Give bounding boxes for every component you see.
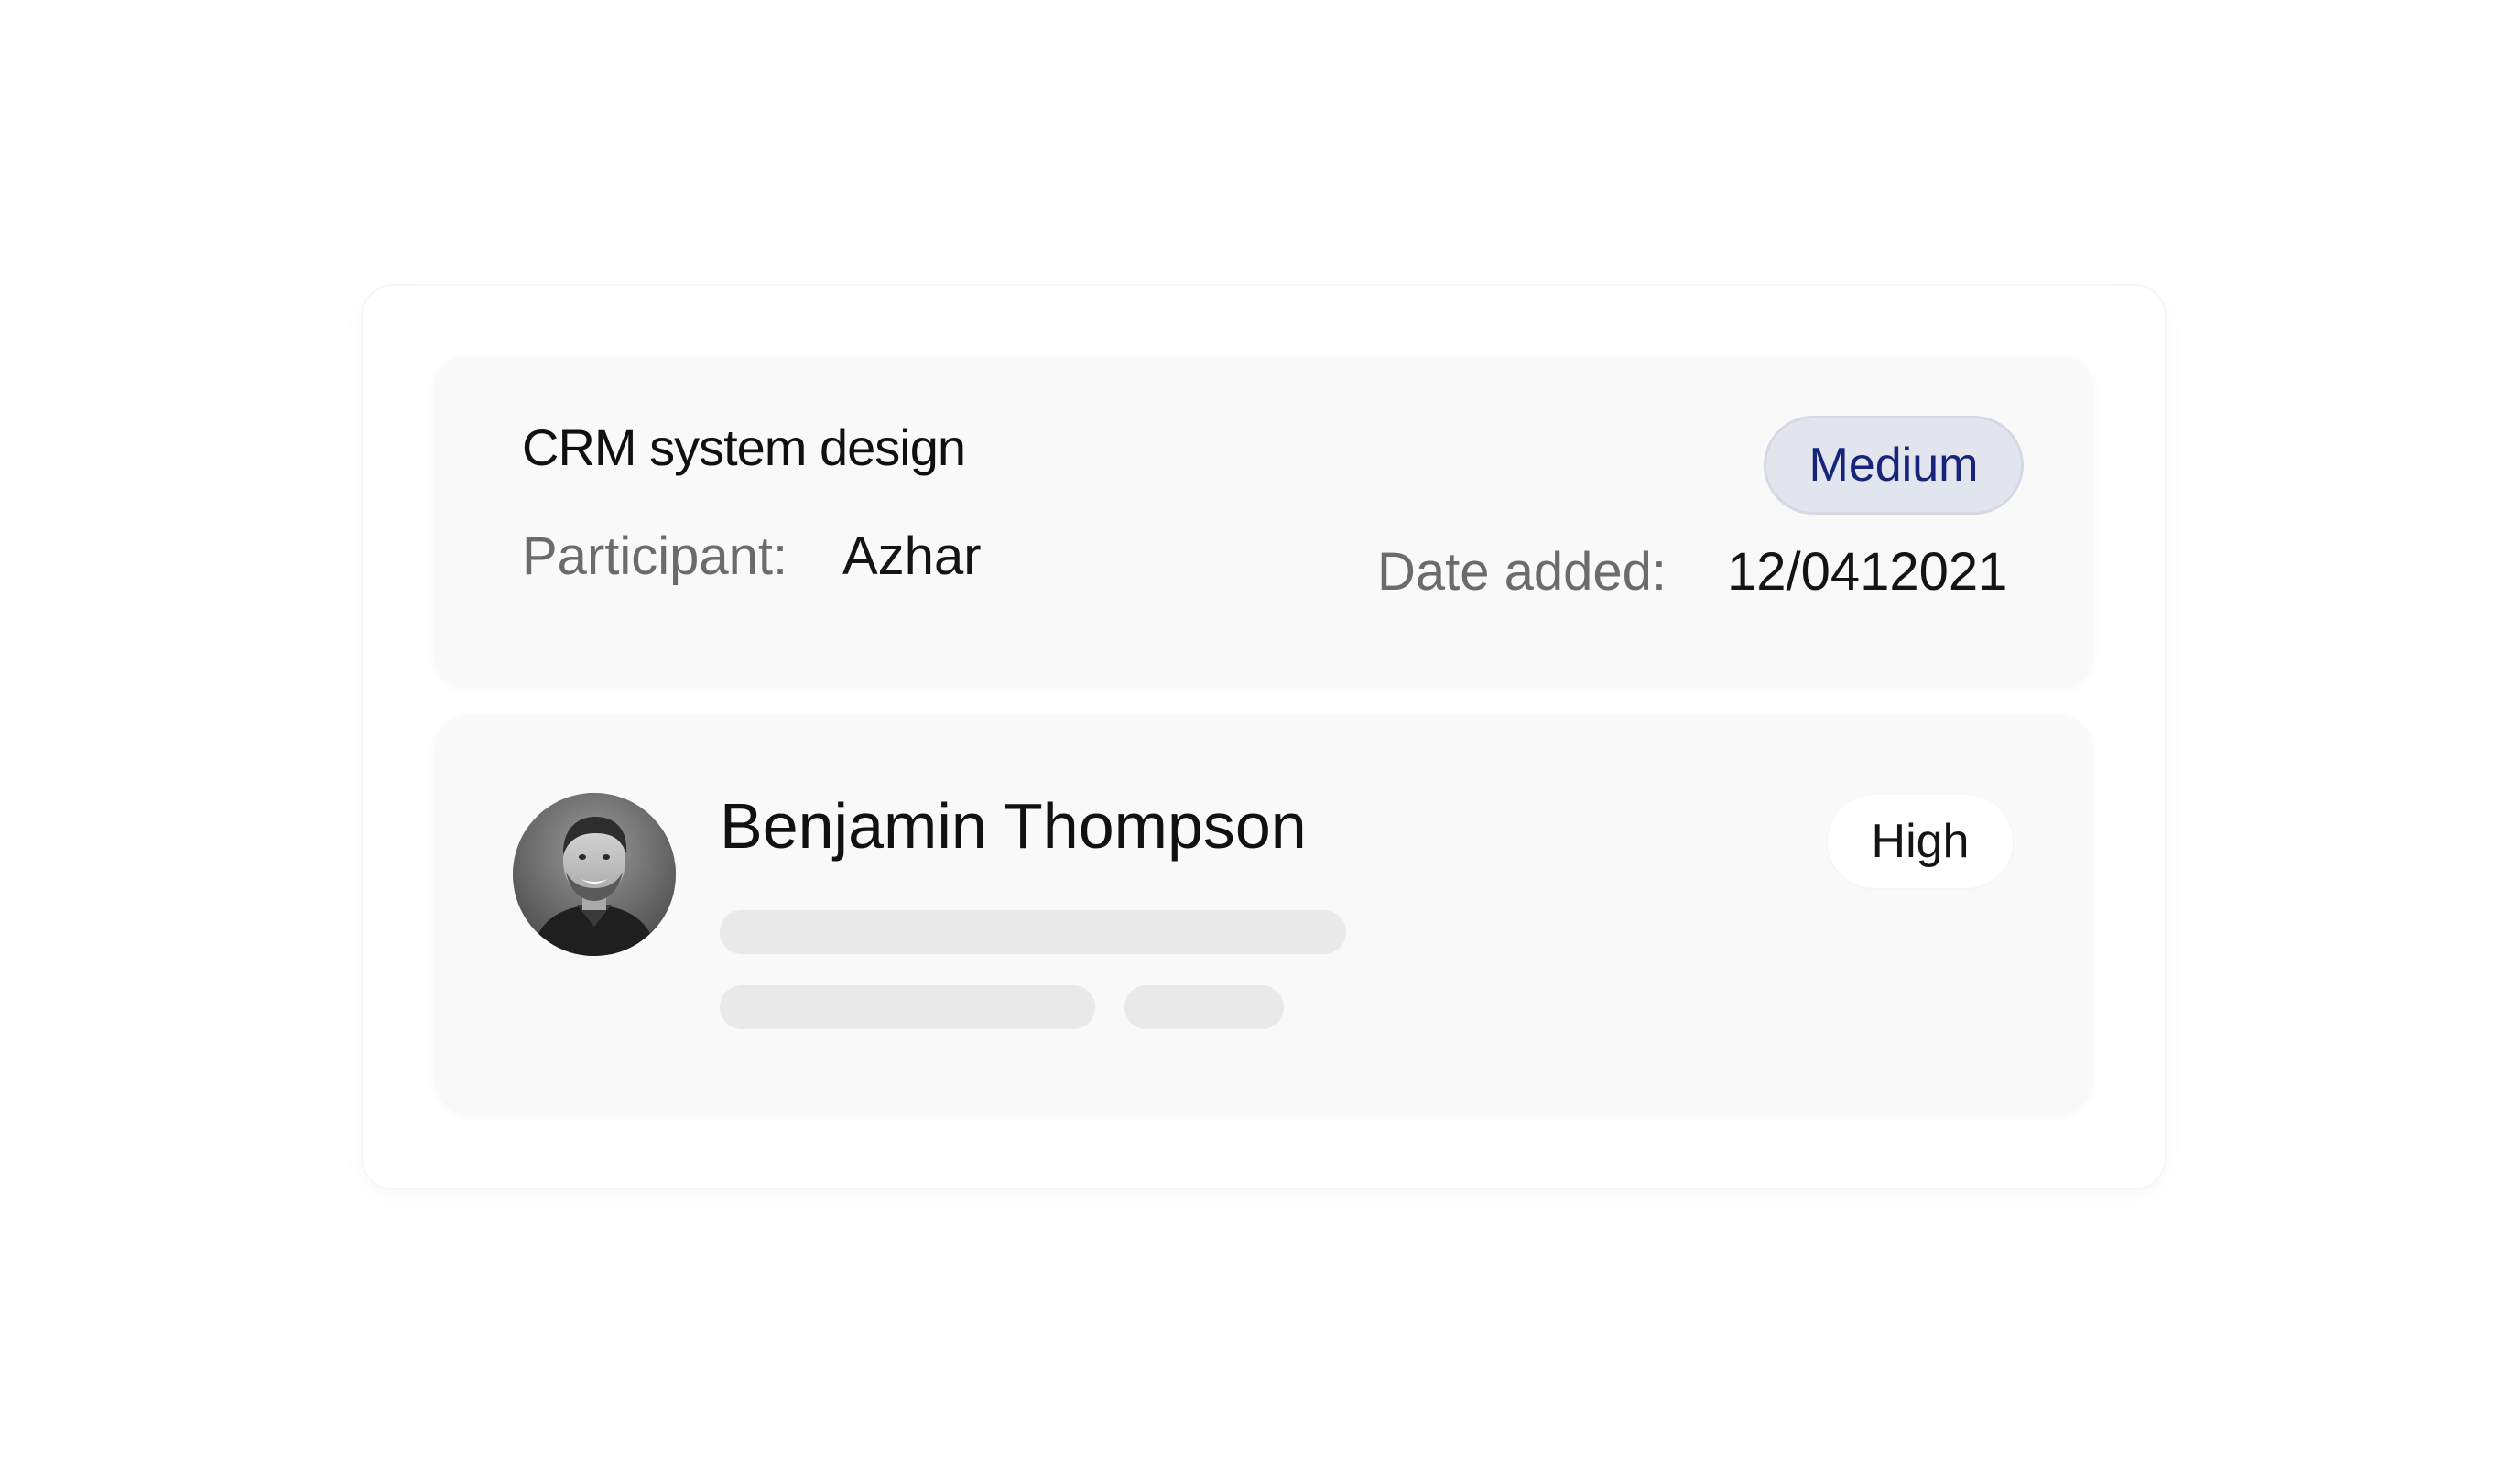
skeleton-line-secondary — [720, 985, 1095, 1029]
person-name: Benjamin Thompson — [720, 790, 1307, 862]
participant-value: Azhar — [842, 526, 982, 586]
priority-badge-high[interactable]: High — [1828, 795, 2013, 888]
date-added-value: 12/0412021 — [1727, 542, 2008, 602]
participant-label: Participant: — [522, 526, 788, 586]
skeleton-line-primary — [720, 910, 1346, 954]
person-card[interactable]: Benjamin Thompson High — [434, 714, 2093, 1115]
canvas: CRM system design Medium Participant: Az… — [0, 0, 2520, 1465]
date-added-label: Date added: — [1377, 542, 1667, 602]
outer-card: CRM system design Medium Participant: Az… — [363, 286, 2165, 1188]
task-card[interactable]: CRM system design Medium Participant: Az… — [434, 357, 2093, 687]
skeleton-line-tertiary — [1124, 985, 1284, 1029]
user-avatar-photo-icon — [513, 793, 676, 956]
priority-badge-medium[interactable]: Medium — [1764, 416, 2024, 515]
task-title: CRM system design — [522, 418, 966, 476]
avatar[interactable] — [513, 793, 676, 956]
